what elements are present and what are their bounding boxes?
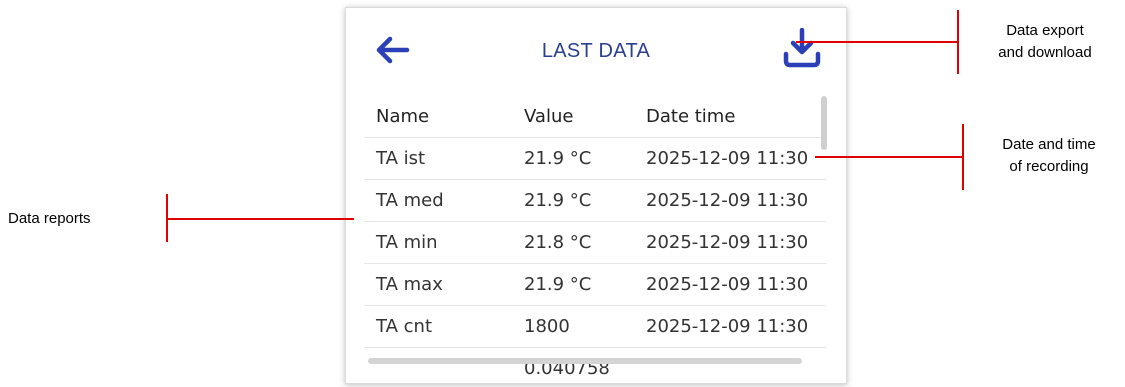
row-date-time: 2025-12-09 11:30 (646, 274, 809, 295)
reports-callout-line (166, 218, 354, 220)
table-row[interactable]: TA cnt 1800 2025-12-09 11:30 (364, 305, 826, 348)
row-name: TA min (376, 232, 438, 253)
last-data-panel: LAST DATA Name Value Date time TA ist 21… (345, 7, 847, 384)
table-row[interactable]: TA max 21.9 °C 2025-12-09 11:30 (364, 263, 826, 306)
row-name: TA med (376, 190, 444, 211)
column-header-name[interactable]: Name (376, 106, 429, 127)
export-callout-label: Data export and download (975, 20, 1115, 64)
row-name: TA cnt (376, 316, 432, 337)
export-callout-bracket (957, 10, 959, 74)
table-header-row: Name Value Date time (364, 95, 826, 138)
datetime-callout-label: Date and time of recording (979, 134, 1119, 178)
row-value: 1800 (524, 316, 570, 337)
row-value: 21.9 °C (524, 274, 592, 295)
export-callout-line (796, 41, 958, 43)
row-date-time: 2025-12-09 11:30 (646, 316, 809, 337)
table-row[interactable]: TA ist 21.9 °C 2025-12-09 11:30 (364, 137, 826, 180)
row-date-time: 2025-12-09 11:30 (646, 148, 809, 169)
row-name: TA ist (376, 148, 426, 169)
vertical-scrollbar[interactable] (821, 96, 827, 150)
datetime-callout-bracket (962, 124, 964, 190)
row-value: 21.9 °C (524, 190, 592, 211)
row-value: 21.9 °C (524, 148, 592, 169)
horizontal-scrollbar[interactable] (368, 358, 802, 364)
column-header-value[interactable]: Value (524, 106, 573, 127)
export-callout-line1: Data export (1006, 22, 1084, 39)
datetime-callout-line2: of recording (1009, 158, 1089, 175)
column-header-date-time[interactable]: Date time (646, 106, 735, 127)
page-title: LAST DATA (541, 40, 651, 62)
reports-callout-label: Data reports (8, 210, 91, 227)
export-callout-line2: and download (998, 44, 1092, 61)
row-name: TA max (376, 274, 443, 295)
row-date-time: 2025-12-09 11:30 (646, 190, 809, 211)
reports-callout-bracket (166, 194, 168, 242)
table-row[interactable]: TA med 21.9 °C 2025-12-09 11:30 (364, 179, 826, 222)
download-icon (783, 27, 821, 68)
row-value: 21.8 °C (524, 232, 592, 253)
table-row[interactable]: TA min 21.8 °C 2025-12-09 11:30 (364, 221, 826, 264)
row-date-time: 2025-12-09 11:30 (646, 232, 809, 253)
download-button[interactable] (782, 27, 822, 68)
data-table: Name Value Date time TA ist 21.9 °C 2025… (364, 95, 828, 375)
datetime-callout-line (815, 156, 963, 158)
datetime-callout-line1: Date and time (1002, 136, 1096, 153)
